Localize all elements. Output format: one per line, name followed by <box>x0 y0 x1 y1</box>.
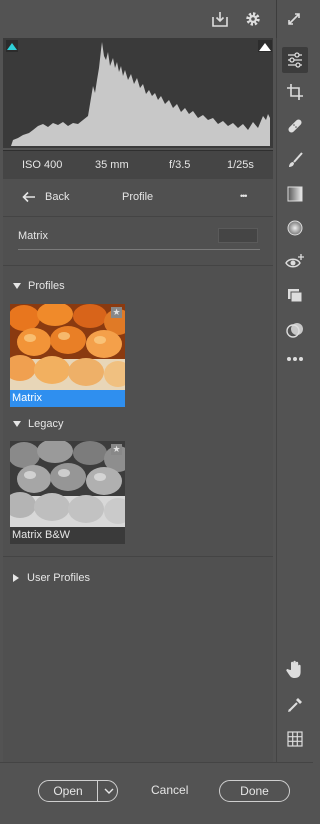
exif-info: ISO 400 35 mm f/3.5 1/25s <box>3 150 273 179</box>
divider <box>3 556 273 557</box>
group-label: User Profiles <box>27 572 90 584</box>
back-label: Back <box>45 191 70 203</box>
back-button[interactable]: Back <box>22 188 69 206</box>
profile-thumbnail-matrix-bw[interactable]: ★ Matrix B&W <box>10 441 125 544</box>
expand-icon[interactable] <box>284 9 304 29</box>
thumbnail-caption: Matrix B&W <box>10 527 125 544</box>
open-button[interactable]: Open <box>39 784 97 798</box>
histogram <box>3 38 273 148</box>
more-options-button[interactable]: ••• <box>240 191 248 201</box>
favorite-star-icon[interactable]: ★ <box>111 444 122 455</box>
iso-value: ISO 400 <box>22 159 63 171</box>
group-label: Profiles <box>28 280 65 292</box>
caret-down-icon <box>13 421 21 427</box>
divider <box>3 216 273 217</box>
open-options-chevron-icon[interactable] <box>99 781 119 801</box>
color-sampler-icon[interactable] <box>284 694 306 716</box>
focal-length-value: 35 mm <box>95 159 129 171</box>
onions-color-image <box>10 304 125 390</box>
arrow-left-icon <box>22 191 35 203</box>
edit-sliders-icon[interactable] <box>282 47 308 73</box>
highlight-clipping-indicator[interactable] <box>258 40 272 52</box>
toolbar-divider <box>276 0 277 38</box>
tools-sidebar <box>276 38 314 762</box>
profile-thumbnail-matrix[interactable]: ★ Matrix <box>10 304 125 407</box>
brush-icon[interactable] <box>284 149 306 171</box>
caret-right-icon <box>13 574 19 582</box>
more-icon[interactable] <box>284 348 306 370</box>
done-button[interactable]: Done <box>219 780 290 802</box>
bottom-bar: Open Cancel Done <box>0 762 313 824</box>
shadow-clipping-indicator[interactable] <box>6 40 18 52</box>
group-header-profiles[interactable]: Profiles <box>13 280 65 292</box>
radial-filter-icon[interactable] <box>284 217 306 239</box>
snapshots-icon[interactable] <box>284 285 306 307</box>
aperture-value: f/3.5 <box>169 159 191 171</box>
onions-bw-image <box>10 441 125 527</box>
favorite-star-icon[interactable]: ★ <box>111 307 122 318</box>
divider <box>3 265 273 266</box>
group-header-legacy[interactable]: Legacy <box>13 418 63 430</box>
presets-icon[interactable] <box>284 319 306 341</box>
linear-gradient-icon[interactable] <box>284 183 306 205</box>
shutter-value: 1/25s <box>227 159 254 171</box>
cancel-button[interactable]: Cancel <box>151 783 188 797</box>
group-header-user-profiles[interactable]: User Profiles <box>13 572 90 584</box>
healing-icon[interactable] <box>284 115 306 137</box>
grid-icon[interactable] <box>284 728 306 750</box>
group-label: Legacy <box>28 418 64 430</box>
save-icon[interactable] <box>210 9 230 29</box>
open-divider <box>97 781 98 801</box>
profile-name-label: Matrix <box>18 230 48 242</box>
hand-icon[interactable] <box>284 658 306 680</box>
panel-title: Profile <box>122 191 154 203</box>
profile-amount-slider[interactable] <box>18 249 260 250</box>
profile-amount-field[interactable] <box>218 228 258 243</box>
top-toolbar <box>0 0 313 38</box>
open-split-button: Open <box>38 780 118 802</box>
gear-icon[interactable] <box>243 9 263 29</box>
thumbnail-caption: Matrix <box>10 390 125 407</box>
crop-icon[interactable] <box>284 81 306 103</box>
caret-down-icon <box>13 283 21 289</box>
red-eye-icon[interactable] <box>284 251 306 273</box>
